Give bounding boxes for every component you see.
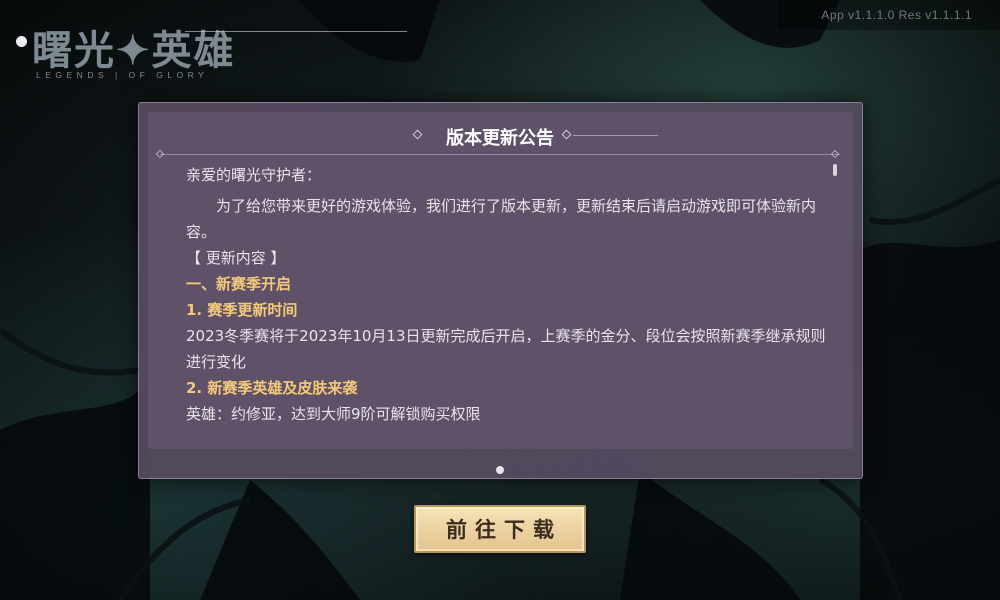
logo-title: 曙光✦英雄 <box>32 27 236 74</box>
title-line-left <box>185 31 407 32</box>
subsection-heading-2: 2. 新赛季英雄及皮肤来袭 <box>186 379 358 397</box>
game-logo: 曙光✦英雄 LEGENDS | OF GLORY <box>14 18 274 84</box>
page-indicator-dot <box>496 466 504 474</box>
download-button[interactable]: 前往下载 <box>414 505 586 553</box>
greeting-text: 亲爱的曙光守护者： <box>186 166 322 184</box>
logo-dot <box>16 36 27 47</box>
version-label: App v1.1.1.0 Res v1.1.1.1 <box>778 0 1000 30</box>
logo-subtitle: LEGENDS | OF GLORY <box>36 70 209 80</box>
title-line-right <box>573 135 658 136</box>
section-tag: 【 更新内容 】 <box>186 249 286 267</box>
notice-divider <box>160 154 840 155</box>
section-heading: 一、新赛季开启 <box>186 275 292 293</box>
subsection-body-2: 英雄：约修亚，达到大师9阶可解锁购买权限 <box>186 405 481 423</box>
intro-text: 为了给您带来更好的游戏体验，我们进行了版本更新，更新结束后请启动游戏即可体验新内… <box>186 197 817 241</box>
notice-title: 版本更新公告 <box>446 128 554 149</box>
notice-content[interactable]: 亲爱的曙光守护者： 为了给您带来更好的游戏体验，我们进行了版本更新，更新结束后请… <box>186 162 826 448</box>
content-scrollbar[interactable] <box>833 164 837 176</box>
subsection-body-1: 2023冬季赛将于2023年10月13日更新完成后开启，上赛季的金分、段位会按照… <box>186 327 826 371</box>
subsection-heading-1: 1. 赛季更新时间 <box>186 301 298 319</box>
